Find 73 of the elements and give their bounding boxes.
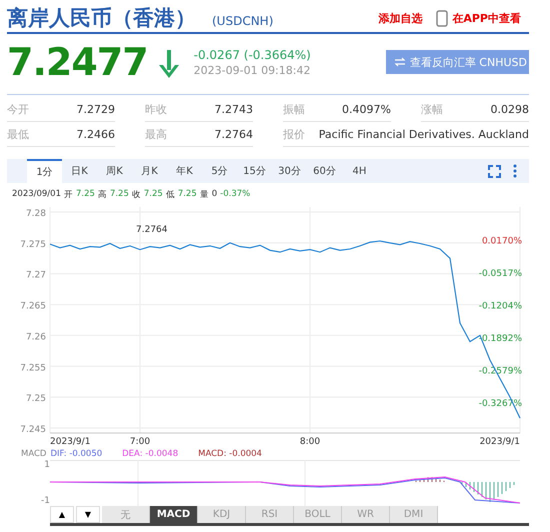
stat-label: 报价 bbox=[283, 126, 305, 142]
y-axis-label: 7.25 bbox=[26, 394, 46, 404]
stat-value: 7.2764 bbox=[214, 128, 253, 140]
field-label: 高 bbox=[98, 189, 107, 201]
stat-value: 0.4097% bbox=[342, 102, 391, 116]
stat-value: 7.2729 bbox=[76, 102, 115, 116]
period-tab[interactable]: 60分 bbox=[307, 159, 342, 183]
field-label: 低 bbox=[166, 189, 175, 201]
period-tab[interactable]: 30分 bbox=[272, 159, 307, 183]
indicator-name: MACD bbox=[21, 449, 46, 460]
phone-icon bbox=[436, 10, 448, 26]
period-tab[interactable]: 1分 bbox=[27, 159, 62, 183]
indicator-value: MACD: -0.0004 bbox=[198, 449, 262, 460]
period-tab[interactable]: 年K bbox=[167, 159, 202, 183]
y-axis-label: 1 bbox=[44, 460, 50, 470]
x-axis-label: 7:00 bbox=[130, 437, 150, 447]
field-value: 7.25 bbox=[110, 189, 129, 201]
change-percent: -0.37% bbox=[220, 189, 250, 201]
stat-label: 最高 bbox=[145, 126, 167, 142]
field-label: 收 bbox=[132, 189, 141, 201]
y-axis-label: 7.245 bbox=[20, 425, 46, 435]
field-value: 7.25 bbox=[144, 189, 163, 201]
stat-value: 7.2743 bbox=[214, 102, 253, 116]
field-label: 量 bbox=[200, 189, 209, 201]
scroll-button[interactable]: ▲ bbox=[50, 506, 74, 523]
percent-axis-label: 0.0170% bbox=[482, 236, 522, 247]
stat-label: 涨幅 bbox=[421, 102, 443, 116]
x-axis-label: 2023/9/1 bbox=[480, 437, 520, 447]
price-change: -0.0267 (-0.3664%) bbox=[194, 48, 311, 62]
stat-value: Pacific Financial Derivatives. Auckland bbox=[318, 128, 529, 140]
y-axis-label: 7.275 bbox=[20, 240, 46, 250]
stat-value: 7.2466 bbox=[76, 128, 115, 140]
stat-value: 0.0298 bbox=[490, 102, 529, 116]
x-axis-label: 8:00 bbox=[300, 437, 320, 447]
page-title: 离岸人民币（香港） bbox=[7, 5, 196, 32]
x-axis-label: 2023/9/1 bbox=[50, 437, 90, 447]
y-axis-label: 7.265 bbox=[20, 302, 46, 312]
field-value: 0 bbox=[212, 189, 218, 201]
indicator-value: DIF: -0.0050 bbox=[50, 449, 102, 460]
add-watchlist-link[interactable]: 添加自选 bbox=[378, 10, 422, 26]
timestamp: 2023-09-01 09:18:42 bbox=[194, 64, 311, 76]
y-axis-label: 7.26 bbox=[26, 332, 46, 342]
high-price-label: 7.2764 bbox=[136, 225, 168, 236]
period-tab[interactable]: 5分 bbox=[202, 159, 237, 183]
y-axis-label: 7.27 bbox=[26, 270, 46, 281]
period-tab[interactable]: 日K bbox=[62, 159, 97, 183]
fullscreen-icon[interactable] bbox=[488, 164, 501, 178]
symbol-code: (USDCNH) bbox=[212, 14, 274, 28]
down-arrow-icon bbox=[158, 49, 180, 79]
indicator-value: DEA: -0.0048 bbox=[122, 449, 178, 460]
field-label: 开 bbox=[64, 189, 73, 201]
stat-label: 振幅 bbox=[283, 102, 305, 116]
more-icon[interactable] bbox=[513, 164, 517, 178]
stat-label: 最低 bbox=[7, 126, 29, 142]
indicator-tab[interactable]: MACD bbox=[150, 506, 198, 523]
period-tab[interactable]: 月K bbox=[132, 159, 167, 183]
field-value: 7.25 bbox=[76, 189, 95, 201]
stat-label: 昨收 bbox=[145, 102, 167, 116]
chart-date: 2023/09/01 bbox=[12, 189, 61, 201]
app-link[interactable]: 在APP中查看 bbox=[452, 10, 521, 26]
price: 7.2477 bbox=[7, 40, 148, 84]
percent-axis-label: -0.0517% bbox=[478, 269, 522, 280]
swap-icon bbox=[394, 57, 406, 67]
y-axis-label: -1 bbox=[41, 496, 50, 506]
y-axis-label: 7.28 bbox=[26, 209, 46, 219]
period-tab[interactable]: 15分 bbox=[237, 159, 272, 183]
period-tab[interactable]: 4H bbox=[342, 159, 377, 183]
field-value: 7.25 bbox=[178, 189, 197, 201]
y-axis-label: 7.255 bbox=[20, 363, 46, 374]
period-tab[interactable]: 周K bbox=[97, 159, 132, 183]
stat-label: 今开 bbox=[7, 102, 29, 116]
percent-axis-label: -0.1204% bbox=[478, 302, 522, 312]
scroll-button[interactable]: ▼ bbox=[76, 506, 100, 523]
